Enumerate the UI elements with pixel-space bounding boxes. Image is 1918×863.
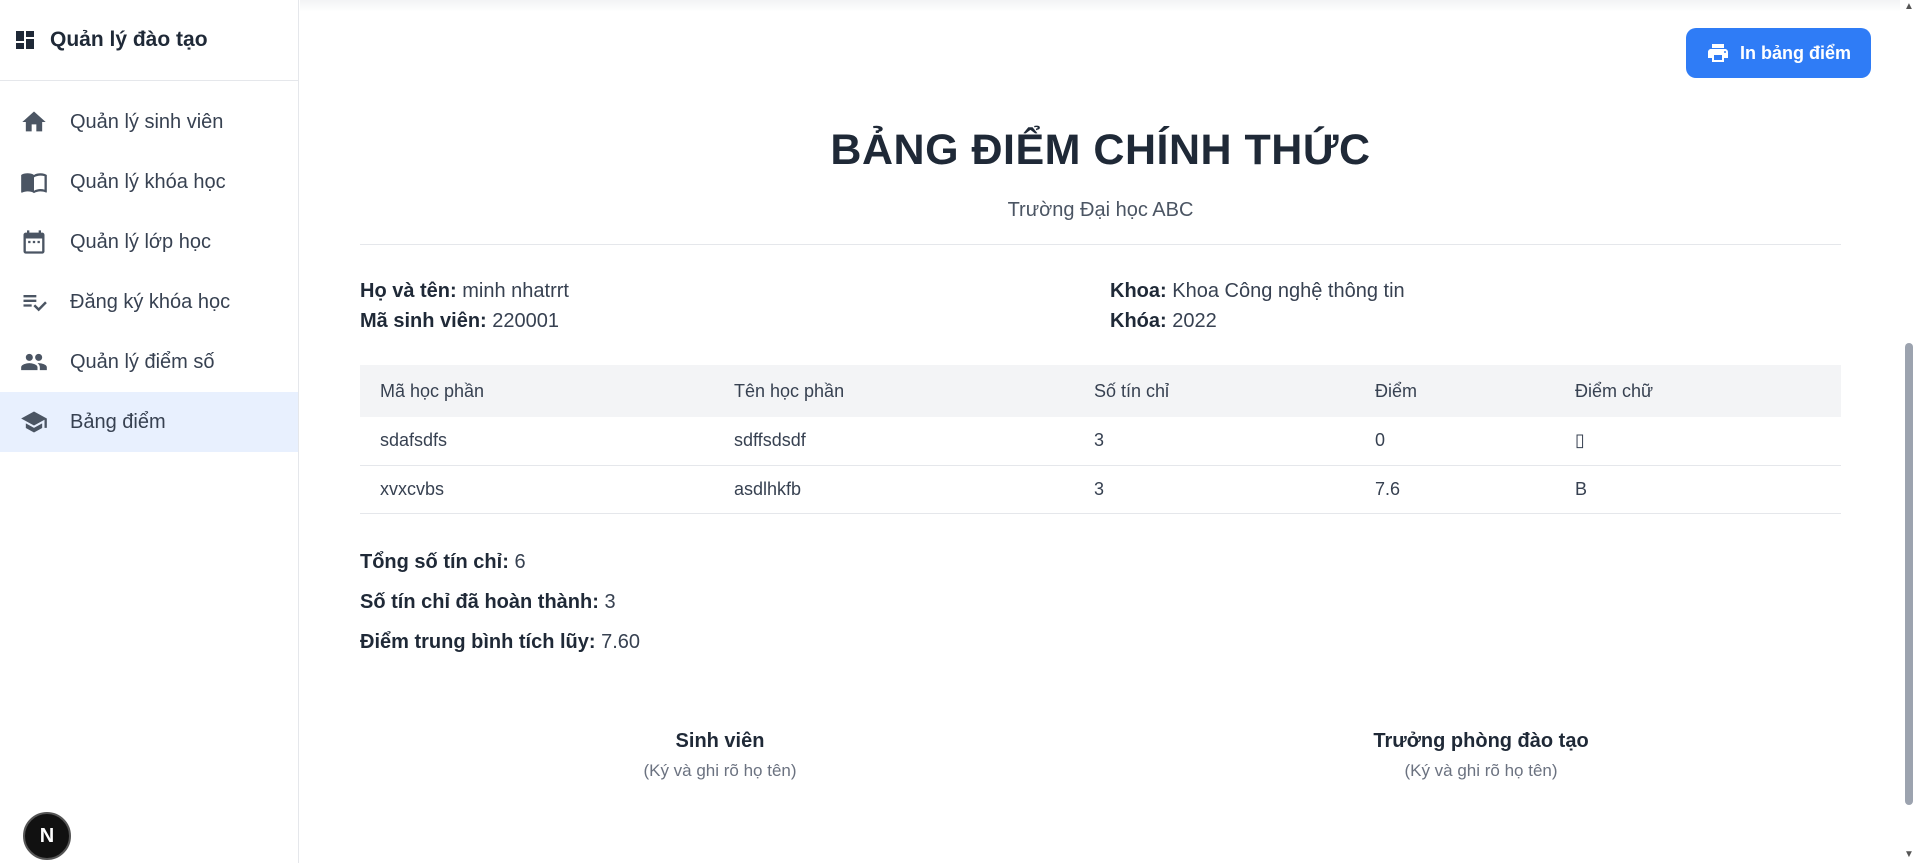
checklist-icon — [20, 288, 48, 316]
student-signature-note: (Ký và ghi rõ họ tên) — [643, 761, 797, 780]
sidebar-item-label: Quản lý sinh viên — [70, 110, 224, 133]
table-cell: sdafsdfs — [360, 417, 714, 466]
sidebar-item-courses[interactable]: Quản lý khóa học — [0, 152, 298, 212]
framework-badge[interactable]: N — [23, 812, 71, 860]
faculty-value: Khoa Công nghệ thông tin — [1172, 280, 1405, 302]
book-icon — [20, 168, 48, 196]
total-credits: Tổng số tín chỉ: 6 — [360, 551, 526, 574]
scroll-down-icon[interactable]: ▼ — [1904, 850, 1914, 860]
print-transcript-button[interactable]: In bảng điểm — [1686, 28, 1871, 78]
table-cell: ▯ — [1555, 417, 1841, 466]
sidebar-item-registration[interactable]: Đăng ký khóa học — [0, 272, 298, 332]
sidebar-brand[interactable]: Quản lý đào tạo — [0, 0, 298, 81]
print-button-label: In bảng điểm — [1739, 42, 1851, 63]
sidebar-item-label: Đăng ký khóa học — [70, 290, 231, 313]
sidebar-item-transcript[interactable]: Bảng điểm — [0, 392, 298, 452]
sidebar-item-label: Quản lý lớp học — [70, 230, 211, 253]
table-row: sdafsdfs sdffsdsdf 3 0 ▯ — [360, 417, 1841, 466]
student-name-row: Họ và tên: minh nhatrrt — [360, 280, 569, 303]
table-cell: xvxcvbs — [360, 465, 714, 514]
sidebar-item-label: Quản lý điểm số — [70, 350, 215, 373]
sidebar-item-label: Quản lý khóa học — [70, 170, 226, 193]
student-id-value: 220001 — [492, 310, 560, 332]
table-cell: 3 — [1074, 465, 1355, 514]
table-cell: sdffsdsdf — [714, 417, 1074, 466]
cohort-value: 2022 — [1172, 310, 1217, 332]
grades-table: Mã học phần Tên học phần Số tín chỉ Điểm… — [360, 365, 1841, 514]
cumulative-gpa-label: Điểm trung bình tích lũy: — [360, 631, 596, 653]
student-name-value: minh nhatrrt — [462, 280, 569, 302]
faculty-row: Khoa: Khoa Công nghệ thông tin — [1110, 280, 1405, 303]
table-cell: 0 — [1355, 417, 1555, 466]
school-name: Trường Đại học ABC — [1007, 199, 1194, 221]
total-credits-label: Tổng số tín chỉ: — [360, 551, 509, 573]
completed-credits-label: Số tín chỉ đã hoàn thành: — [360, 591, 599, 613]
column-header: Số tín chỉ — [1074, 365, 1355, 417]
sidebar-item-grades[interactable]: Quản lý điểm số — [0, 332, 298, 392]
faculty-label: Khoa: — [1110, 280, 1167, 302]
student-id-label: Mã sinh viên: — [360, 310, 487, 332]
table-cell: 7.6 — [1355, 465, 1555, 514]
school-icon — [20, 408, 48, 436]
printer-icon — [1706, 41, 1730, 65]
total-credits-value: 6 — [514, 551, 526, 573]
main-content: In bảng điểm BẢNG ĐIỂM CHÍNH THỨC Trường… — [300, 0, 1900, 863]
cumulative-gpa-value: 7.60 — [601, 631, 641, 653]
sidebar-nav: Quản lý sinh viên Quản lý khóa học Quản … — [0, 92, 298, 452]
divider — [360, 244, 1841, 245]
student-name-label: Họ và tên: — [360, 280, 457, 302]
table-cell: asdlhkfb — [714, 465, 1074, 514]
brand-title: Quản lý đào tạo — [50, 28, 208, 51]
badge-label: N — [39, 824, 55, 847]
student-signature-title: Sinh viên — [675, 730, 765, 752]
student-id-row: Mã sinh viên: 220001 — [360, 310, 559, 333]
table-header-row: Mã học phần Tên học phần Số tín chỉ Điểm… — [360, 365, 1841, 417]
column-header: Tên học phần — [714, 365, 1074, 417]
sidebar-item-students[interactable]: Quản lý sinh viên — [0, 92, 298, 152]
calendar-icon — [20, 228, 48, 256]
cumulative-gpa: Điểm trung bình tích lũy: 7.60 — [360, 631, 640, 654]
dashboard-icon — [13, 28, 37, 52]
completed-credits: Số tín chỉ đã hoàn thành: 3 — [360, 591, 616, 614]
table-cell: 3 — [1074, 417, 1355, 466]
cohort-row: Khóa: 2022 — [1110, 310, 1217, 333]
head-signature: Trưởng phòng đào tạo (Ký và ghi rõ họ tê… — [1281, 730, 1681, 781]
column-header: Mã học phần — [360, 365, 714, 417]
sidebar-item-classes[interactable]: Quản lý lớp học — [0, 212, 298, 272]
scroll-up-icon[interactable]: ▲ — [1904, 2, 1914, 12]
page-scrollbar[interactable]: ▲ ▼ — [1900, 0, 1918, 863]
completed-credits-value: 3 — [604, 591, 616, 613]
top-shadow — [300, 0, 1900, 12]
head-signature-note: (Ký và ghi rõ họ tên) — [1404, 761, 1558, 780]
head-signature-title: Trưởng phòng đào tạo — [1373, 730, 1589, 752]
sidebar: Quản lý đào tạo Quản lý sinh viên Quản l… — [0, 0, 299, 863]
column-header: Điểm — [1355, 365, 1555, 417]
sidebar-item-label: Bảng điểm — [70, 410, 166, 433]
student-signature: Sinh viên (Ký và ghi rõ họ tên) — [520, 730, 920, 781]
people-icon — [20, 348, 48, 376]
table-cell: B — [1555, 465, 1841, 514]
table-row: xvxcvbs asdlhkfb 3 7.6 B — [360, 465, 1841, 514]
column-header: Điểm chữ — [1555, 365, 1841, 417]
page-title: BẢNG ĐIỂM CHÍNH THỨC — [830, 126, 1371, 174]
cohort-label: Khóa: — [1110, 310, 1167, 332]
home-icon — [20, 108, 48, 136]
scroll-thumb[interactable] — [1905, 343, 1913, 805]
